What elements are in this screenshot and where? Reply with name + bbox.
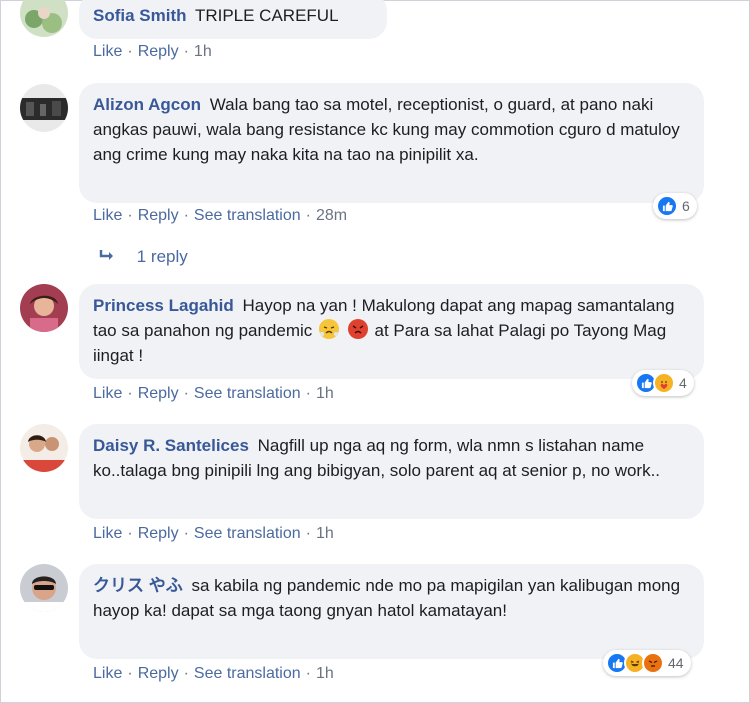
reply-button[interactable]: Reply [138,207,179,224]
separator: · [127,207,133,224]
angry-icon [642,652,664,674]
like-icon [656,195,678,217]
like-button[interactable]: Like [93,525,122,542]
see-translation-link[interactable]: See translation [194,385,301,402]
care-icon [653,372,675,394]
avatar[interactable] [20,0,68,37]
comment-actions: Like · Reply · See translation · 1h [93,385,334,403]
separator: · [305,385,311,402]
comment-bubble: Princess Lagahid Hayop na yan ! Makulong… [79,284,704,379]
timestamp[interactable]: 1h [316,385,334,402]
see-translation-link[interactable]: See translation [194,525,301,542]
comment-author[interactable]: Daisy R. Santelices [93,436,249,455]
comment-actions: Like · Reply · See translation · 28m [93,207,347,225]
comment-author[interactable]: Princess Lagahid [93,296,234,315]
replies-count-label: 1 reply [136,247,188,266]
comment-bubble: クリス やふ sa kabila ng pandemic nde mo pa m… [79,564,704,659]
separator: · [127,385,133,402]
steam-face-emoji [319,319,340,339]
timestamp[interactable]: 1h [316,665,334,682]
separator: · [305,207,311,224]
reaction-count: 6 [682,198,690,214]
separator: · [305,665,311,682]
reply-button[interactable]: Reply [138,525,179,542]
angry-face-emoji [347,319,368,339]
separator: · [127,665,133,682]
separator: · [127,43,133,60]
reaction-summary[interactable]: 44 [603,650,691,676]
comment-author[interactable]: Sofia Smith [93,6,187,25]
comment-actions: Like · Reply · See translation · 1h [93,525,334,543]
comment-author[interactable]: クリス やふ [93,576,183,595]
separator: · [183,525,189,542]
reaction-count: 4 [679,375,687,391]
comment-bubble: Alizon Agcon Wala bang tao sa motel, rec… [79,83,704,203]
like-button[interactable]: Like [93,665,122,682]
view-replies-link[interactable]: 1 reply [98,247,188,267]
comments-panel: Sofia Smith TRIPLE CAREFUL Like · Reply · 1h… [0,0,750,703]
reaction-count: 44 [668,655,684,671]
see-translation-link[interactable]: See translation [194,665,301,682]
see-translation-link[interactable]: See translation [194,207,301,224]
comment-bubble: Sofia Smith TRIPLE CAREFUL [79,0,387,39]
reply-button[interactable]: Reply [138,385,179,402]
avatar[interactable] [20,284,68,332]
comment-author[interactable]: Alizon Agcon [93,95,201,114]
comment-actions: Like · Reply · See translation · 1h [93,665,334,683]
timestamp[interactable]: 1h [316,525,334,542]
like-button[interactable]: Like [93,207,122,224]
separator: · [183,665,189,682]
like-button[interactable]: Like [93,385,122,402]
timestamp[interactable]: 1h [194,43,212,60]
reply-arrow-icon [98,247,121,266]
separator: · [183,385,189,402]
reply-button[interactable]: Reply [138,43,179,60]
avatar[interactable] [20,84,68,132]
separator: · [183,207,189,224]
comment-bubble: Daisy R. Santelices Nagfill up nga aq ng… [79,424,704,519]
separator: · [305,525,311,542]
avatar[interactable] [20,424,68,472]
reply-button[interactable]: Reply [138,665,179,682]
reaction-summary[interactable]: 6 [653,193,697,219]
separator: · [183,43,189,60]
avatar[interactable] [20,564,68,612]
like-button[interactable]: Like [93,43,122,60]
separator: · [127,525,133,542]
timestamp[interactable]: 28m [316,207,347,224]
comment-text: TRIPLE CAREFUL [194,6,339,25]
reaction-summary[interactable]: 4 [632,370,694,396]
comment-actions: Like · Reply · 1h [93,43,212,61]
